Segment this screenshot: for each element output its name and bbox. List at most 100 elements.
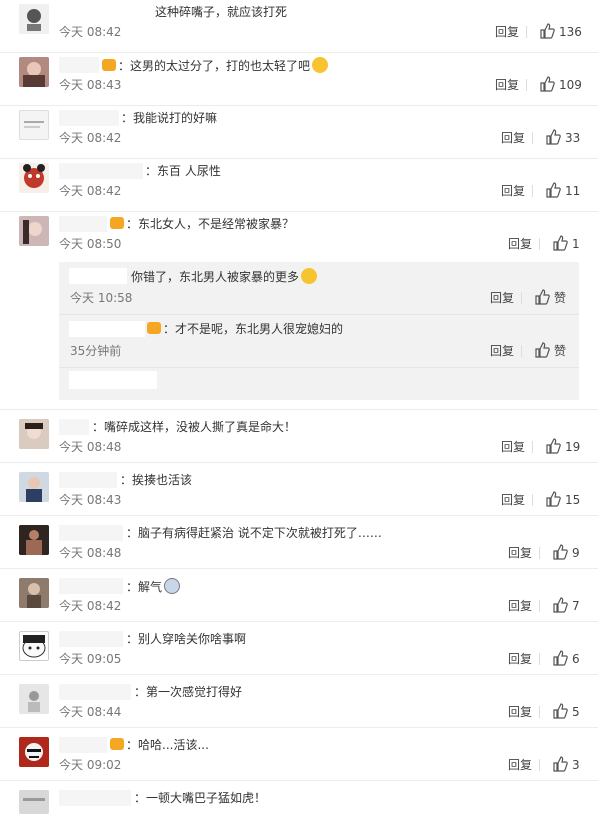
reply-button[interactable]: 回复	[508, 704, 532, 720]
reply-button[interactable]: 回复	[501, 439, 525, 455]
like-icon[interactable]	[552, 544, 568, 560]
reply-button[interactable]: 回复	[495, 24, 519, 40]
like-count: 136	[559, 25, 582, 39]
like-icon[interactable]	[552, 756, 568, 772]
avatar[interactable]	[19, 57, 49, 87]
reply-button[interactable]: 回复	[495, 77, 519, 93]
like-icon[interactable]	[552, 703, 568, 719]
avatar[interactable]	[19, 163, 49, 193]
reply-button[interactable]: 回复	[508, 757, 532, 773]
reply-button[interactable]: 回复	[508, 545, 532, 561]
reply-item: 你错了，东北男人被家暴的更多 今天 10:58 回复 赞	[59, 262, 579, 315]
comment-item: ：第一次感觉打得好 今天 08:44 回复 5	[0, 675, 598, 728]
divider	[532, 132, 533, 144]
like-icon[interactable]	[539, 76, 555, 92]
like-icon[interactable]	[534, 342, 550, 358]
comment-text: ：一顿大嘴巴子猛如虎！	[134, 791, 267, 805]
comment-item: ：一顿大嘴巴子猛如虎！	[0, 781, 598, 814]
like-count: 6	[572, 652, 580, 666]
comment-time: 今天 08:50	[59, 237, 122, 251]
avatar[interactable]	[19, 631, 49, 661]
username[interactable]	[59, 684, 131, 700]
comment-text: ：哈哈...活该...	[126, 738, 209, 752]
username[interactable]	[59, 163, 143, 179]
username[interactable]	[59, 57, 99, 73]
username[interactable]	[59, 790, 131, 806]
avatar[interactable]	[19, 684, 49, 714]
comment-text: ：嘴碎成这样，没被人撕了真是命大！	[92, 420, 297, 434]
comment-time: 今天 08:42	[59, 131, 122, 145]
comment-item: ：哈哈...活该... 今天 09:02 回复 3	[0, 728, 598, 781]
reply-button[interactable]: 回复	[508, 236, 532, 252]
username[interactable]	[69, 268, 127, 284]
laughing-emoji-icon	[301, 268, 318, 284]
username[interactable]	[59, 472, 117, 488]
like-icon[interactable]	[552, 650, 568, 666]
comment-item: ：别人穿啥关你啥事啊 今天 09:05 回复 6	[0, 622, 598, 675]
like-icon[interactable]	[552, 235, 568, 251]
like-icon[interactable]	[552, 597, 568, 613]
like-icon[interactable]	[545, 438, 561, 454]
comment-item: ：东百 人尿性 今天 08:42 回复 11	[0, 159, 598, 212]
more-replies-link[interactable]	[69, 371, 157, 389]
comment-time: 今天 08:48	[59, 440, 122, 454]
comment-item: ：解气 今天 08:42 回复 7	[0, 569, 598, 622]
divider	[526, 26, 527, 38]
comment-text: ：东北女人，不是经常被家暴？	[126, 217, 295, 231]
username[interactable]	[59, 631, 123, 647]
divider	[539, 600, 540, 612]
comment-text: ：第一次感觉打得好	[134, 685, 243, 699]
avatar[interactable]	[19, 578, 49, 608]
comment-text: ：东百 人尿性	[145, 164, 221, 178]
reply-button[interactable]: 回复	[508, 651, 532, 667]
like-icon[interactable]	[545, 491, 561, 507]
username[interactable]	[59, 419, 89, 435]
username[interactable]	[69, 321, 145, 337]
like-label[interactable]: 赞	[554, 290, 566, 306]
like-icon[interactable]	[545, 129, 561, 145]
avatar[interactable]	[19, 419, 49, 449]
avatar[interactable]	[19, 4, 49, 34]
avatar[interactable]	[19, 110, 49, 140]
avatar[interactable]	[19, 216, 49, 246]
divider	[532, 185, 533, 197]
like-icon[interactable]	[539, 23, 555, 39]
comment-text: ：挨揍也活该	[120, 473, 193, 487]
like-count: 33	[565, 131, 581, 145]
avatar[interactable]	[19, 737, 49, 767]
reply-button[interactable]: 回复	[490, 290, 514, 306]
comment-item: ：脑子有病得赶紧治 说不定下次就被打死了…… 今天 08:48 回复 9	[0, 516, 598, 569]
reply-button[interactable]: 回复	[501, 492, 525, 508]
username[interactable]	[59, 216, 107, 232]
divider	[521, 292, 522, 304]
comment-time: 今天 09:02	[59, 758, 122, 772]
avatar[interactable]	[19, 525, 49, 555]
divider	[539, 706, 540, 718]
like-count: 11	[565, 184, 581, 198]
reply-button[interactable]: 回复	[501, 183, 525, 199]
like-count: 109	[559, 78, 582, 92]
reply-button[interactable]: 回复	[490, 343, 514, 359]
comment-time: 今天 08:44	[59, 705, 122, 719]
avatar[interactable]	[19, 790, 49, 814]
username[interactable]	[59, 525, 123, 541]
reply-button[interactable]: 回复	[508, 598, 532, 614]
like-icon[interactable]	[545, 182, 561, 198]
reply-time: 今天 10:58	[70, 291, 133, 305]
divider	[539, 238, 540, 250]
avatar[interactable]	[19, 472, 49, 502]
like-count: 9	[572, 546, 580, 560]
like-count: 1	[572, 237, 580, 251]
like-label[interactable]: 赞	[554, 343, 566, 359]
reply-button[interactable]: 回复	[501, 130, 525, 146]
username[interactable]	[59, 110, 119, 126]
divider	[521, 345, 522, 357]
like-count: 15	[565, 493, 581, 507]
comment-time: 今天 08:42	[59, 25, 122, 39]
username[interactable]	[59, 737, 107, 753]
comment-item: ：这男的太过分了，打的也太轻了吧 今天 08:43 回复 109	[0, 53, 598, 106]
like-icon[interactable]	[534, 289, 550, 305]
comment-text: 这种碎嘴子，就应该打死	[155, 5, 288, 19]
comment-item: ：东北女人，不是经常被家暴？ 今天 08:50 回复 1 你错了，东北男人被家暴…	[0, 212, 598, 410]
username[interactable]	[59, 578, 123, 594]
